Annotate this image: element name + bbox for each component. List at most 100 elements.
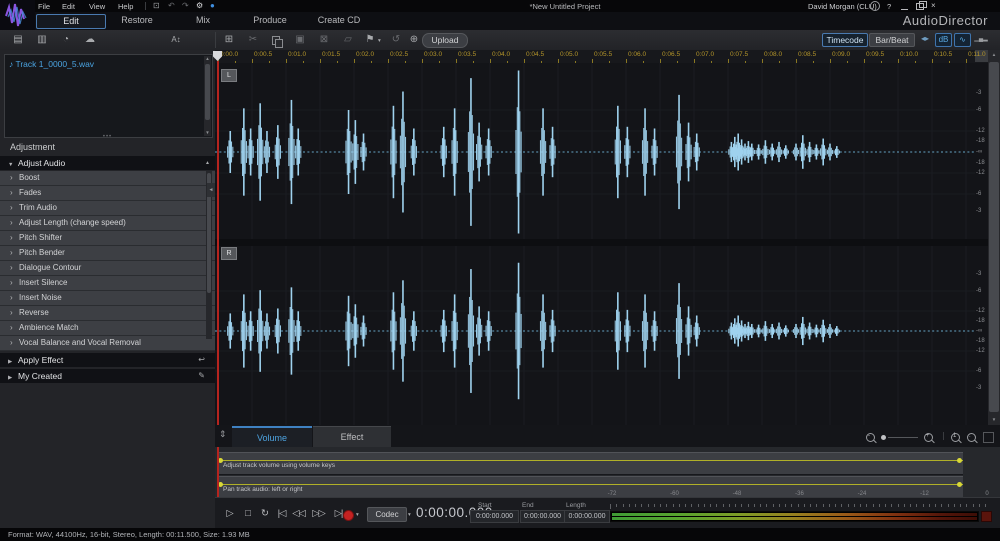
waveform-scrollbar[interactable]: ▲ ▼ [988, 50, 1000, 425]
adjust-item-reverse[interactable]: ›Reverse [0, 306, 215, 321]
end-value[interactable]: 0:00:00.000 [520, 510, 565, 523]
waveform-view-icon[interactable]: ∿ [954, 33, 971, 47]
library-scrollbar[interactable]: ▲ ▼ [204, 56, 211, 136]
record-dropdown-icon[interactable]: ▾ [356, 512, 359, 518]
fit-view-icon[interactable] [983, 432, 994, 443]
adjust-item-pitch-bender[interactable]: ›Pitch Bender [0, 246, 215, 261]
reset-icon[interactable]: ↩ [198, 353, 205, 367]
record-audio-icon[interactable]: ◔ [58, 33, 74, 47]
import-folder-icon[interactable]: ▥ [34, 33, 50, 47]
go-to-start-button[interactable]: |◁ [274, 507, 289, 521]
meter-tick [891, 504, 892, 507]
zoom-out-icon[interactable]: - [866, 433, 875, 442]
loop-button[interactable]: ↻ [257, 507, 272, 521]
cloud-download-icon[interactable]: ☁ [82, 33, 98, 47]
menu-edit[interactable]: Edit [62, 2, 75, 11]
pan-keyframe-lane[interactable]: Pan track audio: left or right [217, 476, 963, 499]
section-my-created[interactable]: ▶My Created ✎ [0, 369, 215, 383]
menu-help[interactable]: Help [118, 2, 133, 11]
adjust-item-insert-noise[interactable]: ›Insert Noise [0, 291, 215, 306]
barbeat-toggle[interactable]: Bar/Beat [869, 33, 915, 47]
tab-effect[interactable]: Effect [313, 426, 391, 447]
paste-icon[interactable]: ▣ [292, 33, 308, 47]
adjust-item-ambience-match[interactable]: ›Ambience Match [0, 321, 215, 336]
volume-keyframe-lane[interactable]: Adjust track volume using volume keys [217, 452, 963, 475]
trim-icon[interactable]: ▱ [340, 33, 356, 47]
codec-dropdown-icon[interactable]: ▾ [408, 512, 411, 518]
tab-produce[interactable]: Produce [240, 14, 300, 27]
adjust-item-pitch-shifter[interactable]: ›Pitch Shifter [0, 231, 215, 246]
close-icon[interactable]: × [931, 1, 936, 10]
section-adjust-audio[interactable]: ▼Adjust Audio ▲ [0, 156, 215, 170]
import-file-icon[interactable]: ▤ [10, 33, 26, 47]
tab-restore[interactable]: Restore [108, 14, 166, 27]
clip-indicator[interactable] [981, 511, 992, 522]
section-apply-effect[interactable]: ▶Apply Effect ↩ [0, 353, 215, 367]
tab-edit[interactable]: Edit [36, 14, 106, 29]
marker-icon[interactable]: ⚑ [362, 33, 378, 47]
zoom-in-icon[interactable]: + [924, 433, 933, 442]
length-value[interactable]: 0:00:00.000 [564, 510, 610, 523]
undo-icon[interactable]: ↶ [168, 1, 175, 11]
start-value[interactable]: 0:00:00.000 [470, 510, 519, 523]
adjust-item-dialogue-contour[interactable]: ›Dialogue Contour [0, 261, 215, 276]
stereo-monitor-icon[interactable]: ◂▸ [917, 33, 933, 45]
sort-icon[interactable]: A↕ [168, 33, 184, 47]
marker-dropdown-icon[interactable]: ▾ [378, 38, 381, 44]
cut-icon[interactable]: ✂ [245, 33, 261, 47]
delete-icon[interactable]: ⊠ [316, 33, 332, 47]
adjust-item-fades[interactable]: ›Fades [0, 186, 215, 201]
play-button[interactable]: ▷ [222, 507, 237, 521]
upload-button[interactable]: Upload [422, 33, 468, 48]
adjust-item-boost[interactable]: ›Boost [0, 171, 215, 186]
meter-tick [779, 504, 780, 507]
db-scale-toggle-icon[interactable]: dB [935, 33, 952, 47]
collapse-panel-icon[interactable]: ⇕ [219, 429, 227, 440]
chevron-right-icon: › [10, 291, 13, 305]
user-name[interactable]: David Morgan (CLU) [808, 2, 877, 11]
adjust-item-trim-audio[interactable]: ›Trim Audio [0, 201, 215, 216]
adjust-item-vocal-balance-and-vocal-removal[interactable]: ›Vocal Balance and Vocal Removal [0, 336, 215, 351]
copy-icon[interactable] [272, 36, 282, 46]
restore-icon[interactable] [916, 3, 924, 10]
adjust-item-adjust-length-change-speed-[interactable]: ›Adjust Length (change speed) [0, 216, 215, 231]
help-icon[interactable]: ? [887, 2, 891, 11]
stop-button[interactable]: □ [240, 507, 255, 521]
menu-view[interactable]: View [89, 2, 105, 11]
screen-mode-icon[interactable]: ⊡ [153, 1, 160, 11]
zoom-level-icon[interactable]: : [967, 433, 976, 442]
edit-preset-icon[interactable]: ✎ [198, 369, 205, 383]
meter-tick [641, 504, 642, 507]
keyframe-dot[interactable] [957, 482, 962, 487]
panel-collapse-handle[interactable]: ◄ [207, 183, 215, 197]
waveform-area[interactable] [215, 63, 988, 425]
go-to-end-button[interactable]: ▷| [331, 507, 346, 521]
meter-tick [854, 504, 855, 507]
timecode-toggle[interactable]: Timecode [822, 33, 868, 47]
settings-gear-icon[interactable]: ⚙ [196, 1, 203, 11]
keyframe-dot[interactable] [957, 458, 962, 463]
scroll-up-icon[interactable]: ▲ [205, 156, 210, 170]
tab-mix[interactable]: Mix [176, 14, 230, 27]
transform-icon[interactable]: ↺ [388, 33, 404, 47]
meter-tick [766, 504, 767, 507]
timeline-ruler[interactable]: 0:00.00:00.50:01.00:01.50:02.00:02.50:03… [215, 50, 1000, 64]
tab-create-cd[interactable]: Create CD [306, 14, 372, 27]
cloud-sync-icon[interactable]: ● [210, 1, 215, 11]
spectral-view-icon[interactable]: ▁▄▂ [973, 33, 989, 45]
convert-icon[interactable]: ⊞ [221, 33, 237, 47]
zoom-slider-track[interactable] [888, 437, 918, 438]
adjust-item-insert-silence[interactable]: ›Insert Silence [0, 276, 215, 291]
zoom-selection-icon[interactable]: 1 [951, 433, 960, 442]
library-track-item[interactable]: ♪ Track 1_0000_5.wav [9, 59, 94, 69]
avatar[interactable] [870, 1, 880, 11]
rewind-button[interactable]: ◁◁ [291, 507, 306, 521]
redo-icon[interactable]: ↷ [182, 1, 189, 11]
panel-splitter[interactable]: ••• [0, 134, 215, 140]
minimize-icon[interactable] [901, 7, 908, 10]
codec-button[interactable]: Codec [367, 507, 407, 522]
zoom-slider-knob[interactable] [881, 435, 886, 440]
fast-forward-button[interactable]: ▷▷ [311, 507, 326, 521]
menu-file[interactable]: File [38, 2, 50, 11]
tab-volume[interactable]: Volume [232, 426, 312, 447]
